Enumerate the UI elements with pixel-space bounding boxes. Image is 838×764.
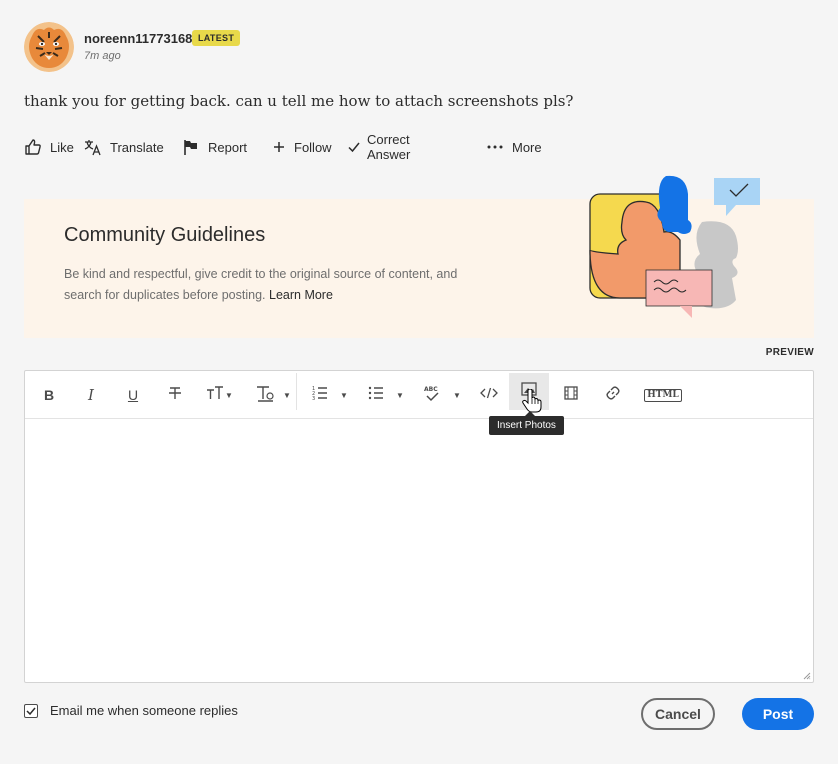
html-icon: HTML xyxy=(644,388,682,402)
italic-button[interactable]: I xyxy=(73,371,109,419)
avatar[interactable] xyxy=(24,22,74,72)
guidelines-title: Community Guidelines xyxy=(64,224,266,246)
bullet-list-icon xyxy=(368,385,384,406)
insert-video-button[interactable] xyxy=(553,371,589,419)
svg-text:ABC: ABC xyxy=(424,386,438,393)
post-button[interactable]: Post xyxy=(742,698,814,730)
toolbar-divider xyxy=(296,373,297,410)
reply-editor[interactable]: B I U ▼ ▼ 123 ▼ ▼ ABC ▼ HTML xyxy=(24,370,814,683)
code-button[interactable] xyxy=(471,371,507,419)
email-notification-option[interactable]: Email me when someone replies xyxy=(24,703,238,718)
translate-button[interactable]: Translate xyxy=(84,136,164,158)
strikethrough-icon xyxy=(167,385,183,406)
underline-icon: U xyxy=(127,387,139,403)
latest-badge: LATEST xyxy=(192,30,241,46)
numbered-list-icon: 123 xyxy=(312,385,328,406)
checkmark-icon xyxy=(26,707,36,715)
film-icon xyxy=(564,385,578,405)
spellcheck-icon: ABC xyxy=(423,384,441,407)
guidelines-body: Be kind and respectful, give credit to t… xyxy=(64,267,458,302)
numbered-list-caret-icon: ▼ xyxy=(340,390,348,400)
follow-button[interactable]: Follow xyxy=(272,136,332,158)
follow-label: Follow xyxy=(294,139,332,155)
preview-button[interactable]: PREVIEW xyxy=(766,347,814,358)
timestamp: 7m ago xyxy=(84,50,121,62)
underline-button[interactable]: U xyxy=(115,371,151,419)
insert-photos-tooltip: Insert Photos xyxy=(489,411,564,435)
checkmark-icon xyxy=(347,140,369,154)
svg-text:3: 3 xyxy=(312,396,315,401)
ellipsis-icon xyxy=(486,140,512,154)
font-size-icon xyxy=(205,385,225,406)
italic-icon: I xyxy=(88,386,94,404)
bullet-list-caret-icon: ▼ xyxy=(396,390,404,400)
correct-answer-button[interactable]: Correct Answer xyxy=(347,132,410,162)
guidelines-text: Be kind and respectful, give credit to t… xyxy=(64,264,484,306)
like-button[interactable]: Like xyxy=(24,136,74,158)
plus-icon xyxy=(272,140,294,154)
hand-cursor-icon xyxy=(522,389,542,413)
correct-answer-label: Correct Answer xyxy=(367,132,411,162)
report-button[interactable]: Report xyxy=(182,136,247,158)
insert-link-button[interactable] xyxy=(595,371,631,419)
post-message: thank you for getting back. can u tell m… xyxy=(24,92,574,110)
more-label: More xyxy=(512,139,542,155)
text-format-icon xyxy=(255,384,275,407)
bullet-list-dropdown[interactable]: ▼ xyxy=(363,371,409,419)
spellcheck-caret-icon: ▼ xyxy=(453,390,461,400)
bold-button[interactable]: B xyxy=(31,371,67,419)
more-button[interactable]: More xyxy=(486,136,542,158)
username[interactable]: noreenn11773168 xyxy=(84,31,192,46)
code-icon xyxy=(480,386,498,405)
text-format-dropdown[interactable]: ▼ xyxy=(251,371,295,419)
strikethrough-button[interactable] xyxy=(157,371,193,419)
spellcheck-dropdown[interactable]: ABC ▼ xyxy=(419,371,465,419)
resize-handle[interactable] xyxy=(803,672,811,680)
html-button[interactable]: HTML xyxy=(639,371,687,419)
email-checkbox[interactable] xyxy=(24,703,38,718)
learn-more-link[interactable]: Learn More xyxy=(269,288,333,302)
bold-icon: B xyxy=(43,387,55,403)
like-label: Like xyxy=(50,139,74,155)
email-option-label: Email me when someone replies xyxy=(50,703,238,718)
font-size-dropdown[interactable]: ▼ xyxy=(199,371,239,419)
cancel-button[interactable]: Cancel xyxy=(641,698,715,730)
thumbs-up-icon xyxy=(24,138,50,156)
numbered-list-dropdown[interactable]: 123 ▼ xyxy=(307,371,353,419)
editor-toolbar: B I U ▼ ▼ 123 ▼ ▼ ABC ▼ HTML xyxy=(25,371,813,419)
font-size-caret-icon: ▼ xyxy=(225,390,233,400)
translate-label: Translate xyxy=(110,139,164,155)
text-format-caret-icon: ▼ xyxy=(283,390,291,400)
flag-icon xyxy=(182,138,208,156)
community-illustration xyxy=(589,175,760,318)
translate-icon xyxy=(84,138,110,156)
report-label: Report xyxy=(208,139,248,155)
link-icon xyxy=(605,385,621,406)
